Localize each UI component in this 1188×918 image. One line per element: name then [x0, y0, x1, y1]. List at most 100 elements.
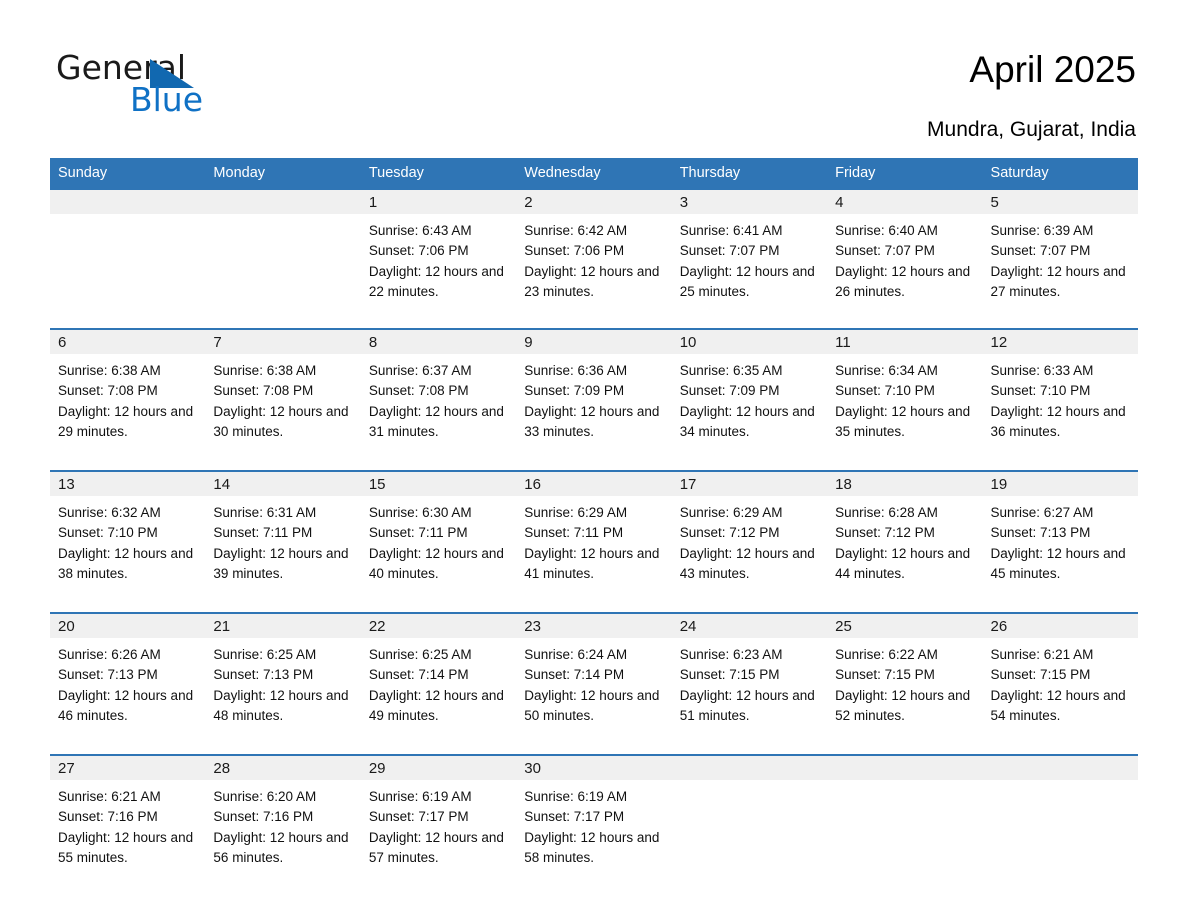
sunset-text: Sunset: 7:07 PM	[679, 243, 780, 259]
sunset-text: Sunset: 7:12 PM	[679, 525, 780, 541]
day-number-25[interactable]: 25	[827, 614, 982, 638]
day-cell-14[interactable]: Sunrise: 6:31 AM Sunset: 7:11 PM Daylight:…	[205, 496, 360, 603]
day-number-8[interactable]: 8	[361, 330, 516, 354]
day-cell-11[interactable]: Sunrise: 6:34 AM Sunset: 7:10 PM Daylight:…	[827, 354, 982, 461]
sunset-text: Sunset: 7:11 PM	[368, 525, 468, 541]
sunrise-text: Sunrise: 6:40 AM	[835, 223, 938, 238]
daylight-text: Daylight: 12 hours and 50 minutes.	[524, 687, 660, 723]
day-cell-27[interactable]: Sunrise: 6:21 AM Sunset: 7:16 PM Daylight:…	[50, 780, 205, 887]
day-cell-3[interactable]: Sunrise: 6:41 AM Sunset: 7:07 PM Daylight:…	[672, 214, 827, 319]
day-number-20[interactable]: 20	[50, 614, 205, 638]
day-cell-21[interactable]: Sunrise: 6:25 AM Sunset: 7:13 PM Daylight:…	[205, 638, 360, 745]
day-cell-empty	[205, 214, 360, 319]
sunrise-text: Sunrise: 6:34 AM	[835, 363, 938, 378]
day-number-3[interactable]: 3	[672, 190, 827, 214]
day-number-24[interactable]: 24	[672, 614, 827, 638]
day-number-empty	[827, 756, 982, 780]
sunset-text: Sunset: 7:17 PM	[368, 809, 469, 825]
sunset-text: Sunset: 7:06 PM	[524, 243, 625, 259]
day-cell-30[interactable]: Sunrise: 6:19 AM Sunset: 7:17 PM Daylight:…	[516, 780, 671, 887]
calendar-week-row: 1 2 3 4 5 Sunrise: 6:43 AM Sunset: 7:06 PM Dayl…	[50, 188, 1138, 319]
day-number-2[interactable]: 2	[516, 190, 671, 214]
page-subtitle-location: Mundra, Gujarat, India	[927, 118, 1136, 141]
day-number-27[interactable]: 27	[50, 756, 205, 780]
day-cell-1[interactable]: Sunrise: 6:43 AM Sunset: 7:06 PM Daylight:…	[361, 214, 516, 319]
day-number-14[interactable]: 14	[205, 472, 360, 496]
day-cell-6[interactable]: Sunrise: 6:38 AM Sunset: 7:08 PM Daylight:…	[50, 354, 205, 461]
day-number-11[interactable]: 11	[827, 330, 982, 354]
day-number-4[interactable]: 4	[827, 190, 982, 214]
day-cell-24[interactable]: Sunrise: 6:23 AM Sunset: 7:15 PM Daylight:…	[672, 638, 827, 745]
week-spacer	[50, 461, 1138, 470]
day-number-26[interactable]: 26	[983, 614, 1138, 638]
day-cell-4[interactable]: Sunrise: 6:40 AM Sunset: 7:07 PM Daylight:…	[827, 214, 982, 319]
day-number-17[interactable]: 17	[672, 472, 827, 496]
day-cell-18[interactable]: Sunrise: 6:28 AM Sunset: 7:12 PM Daylight:…	[827, 496, 982, 603]
sunrise-text: Sunrise: 6:31 AM	[213, 505, 317, 520]
sunset-text: Sunset: 7:16 PM	[213, 809, 314, 825]
sunset-text: Sunset: 7:07 PM	[990, 243, 1091, 259]
daylight-text: Daylight: 12 hours and 38 minutes.	[58, 545, 194, 581]
day-number-18[interactable]: 18	[827, 472, 982, 496]
weekday-header-saturday: Saturday	[990, 165, 1049, 181]
day-number-21[interactable]: 21	[205, 614, 360, 638]
day-number-6[interactable]: 6	[50, 330, 205, 354]
day-cell-8[interactable]: Sunrise: 6:37 AM Sunset: 7:08 PM Daylight:…	[361, 354, 516, 461]
day-cell-15[interactable]: Sunrise: 6:30 AM Sunset: 7:11 PM Daylight:…	[361, 496, 516, 603]
day-number-7[interactable]: 7	[205, 330, 360, 354]
calendar-week-row: 27 28 29 30 Sunrise: 6:21 AM Sunset: 7:16 PM D…	[50, 745, 1138, 887]
day-number-13[interactable]: 13	[50, 472, 205, 496]
day-number-15[interactable]: 15	[361, 472, 516, 496]
day-cell-9[interactable]: Sunrise: 6:36 AM Sunset: 7:09 PM Daylight:…	[516, 354, 671, 461]
sunrise-text: Sunrise: 6:24 AM	[524, 647, 628, 662]
sunrise-text: Sunrise: 6:21 AM	[990, 647, 1094, 662]
daylight-text: Daylight: 12 hours and 43 minutes.	[679, 545, 815, 581]
day-cell-26[interactable]: Sunrise: 6:21 AM Sunset: 7:15 PM Daylight:…	[983, 638, 1138, 745]
calendar-week-row: 20 21 22 23 24 25 26 Sunrise: 6:26 AM Sunset: 7:…	[50, 603, 1138, 745]
daylight-text: Daylight: 12 hours and 46 minutes.	[58, 687, 194, 723]
sunset-text: Sunset: 7:14 PM	[524, 667, 625, 683]
day-cell-10[interactable]: Sunrise: 6:35 AM Sunset: 7:09 PM Daylight:…	[672, 354, 827, 461]
day-number-band: 20 21 22 23 24 25 26	[50, 614, 1138, 638]
day-number-28[interactable]: 28	[205, 756, 360, 780]
day-cell-7[interactable]: Sunrise: 6:38 AM Sunset: 7:08 PM Daylight:…	[205, 354, 360, 461]
day-cell-13[interactable]: Sunrise: 6:32 AM Sunset: 7:10 PM Daylight:…	[50, 496, 205, 603]
day-cell-23[interactable]: Sunrise: 6:24 AM Sunset: 7:14 PM Daylight:…	[516, 638, 671, 745]
sunset-text: Sunset: 7:13 PM	[58, 667, 158, 683]
day-number-30[interactable]: 30	[516, 756, 671, 780]
day-number-12[interactable]: 12	[983, 330, 1138, 354]
day-cell-29[interactable]: Sunrise: 6:19 AM Sunset: 7:17 PM Daylight:…	[361, 780, 516, 887]
sunrise-text: Sunrise: 6:36 AM	[524, 363, 628, 378]
sunrise-text: Sunrise: 6:38 AM	[213, 363, 317, 378]
day-cell-16[interactable]: Sunrise: 6:29 AM Sunset: 7:11 PM Daylight:…	[516, 496, 671, 603]
sunset-text: Sunset: 7:07 PM	[835, 243, 935, 259]
sunset-text: Sunset: 7:08 PM	[213, 383, 314, 399]
sunset-text: Sunset: 7:11 PM	[213, 525, 313, 541]
sunrise-text: Sunrise: 6:33 AM	[990, 363, 1094, 378]
sunrise-text: Sunrise: 6:19 AM	[368, 789, 472, 804]
sunrise-text: Sunrise: 6:41 AM	[679, 223, 783, 238]
day-number-1[interactable]: 1	[361, 190, 516, 214]
daylight-text: Daylight: 12 hours and 36 minutes.	[990, 403, 1126, 439]
day-number-empty	[50, 190, 205, 214]
day-number-9[interactable]: 9	[516, 330, 671, 354]
day-number-23[interactable]: 23	[516, 614, 671, 638]
day-cell-25[interactable]: Sunrise: 6:22 AM Sunset: 7:15 PM Daylight:…	[827, 638, 982, 745]
sunset-text: Sunset: 7:10 PM	[835, 383, 935, 399]
day-number-5[interactable]: 5	[983, 190, 1138, 214]
day-cell-5[interactable]: Sunrise: 6:39 AM Sunset: 7:07 PM Daylight:…	[983, 214, 1138, 319]
day-cell-20[interactable]: Sunrise: 6:26 AM Sunset: 7:13 PM Daylight:…	[50, 638, 205, 745]
day-cell-22[interactable]: Sunrise: 6:25 AM Sunset: 7:14 PM Daylight:…	[361, 638, 516, 745]
day-number-16[interactable]: 16	[516, 472, 671, 496]
day-info-band: Sunrise: 6:38 AM Sunset: 7:08 PM Daylight:…	[50, 354, 1138, 461]
sunrise-text: Sunrise: 6:26 AM	[58, 647, 161, 662]
day-number-29[interactable]: 29	[361, 756, 516, 780]
day-number-10[interactable]: 10	[672, 330, 827, 354]
day-cell-17[interactable]: Sunrise: 6:29 AM Sunset: 7:12 PM Daylight:…	[672, 496, 827, 603]
day-cell-2[interactable]: Sunrise: 6:42 AM Sunset: 7:06 PM Daylight:…	[516, 214, 671, 319]
day-number-22[interactable]: 22	[361, 614, 516, 638]
day-cell-19[interactable]: Sunrise: 6:27 AM Sunset: 7:13 PM Daylight:…	[983, 496, 1138, 603]
day-cell-28[interactable]: Sunrise: 6:20 AM Sunset: 7:16 PM Daylight:…	[205, 780, 360, 887]
day-number-19[interactable]: 19	[983, 472, 1138, 496]
day-cell-12[interactable]: Sunrise: 6:33 AM Sunset: 7:10 PM Daylight:…	[983, 354, 1138, 461]
